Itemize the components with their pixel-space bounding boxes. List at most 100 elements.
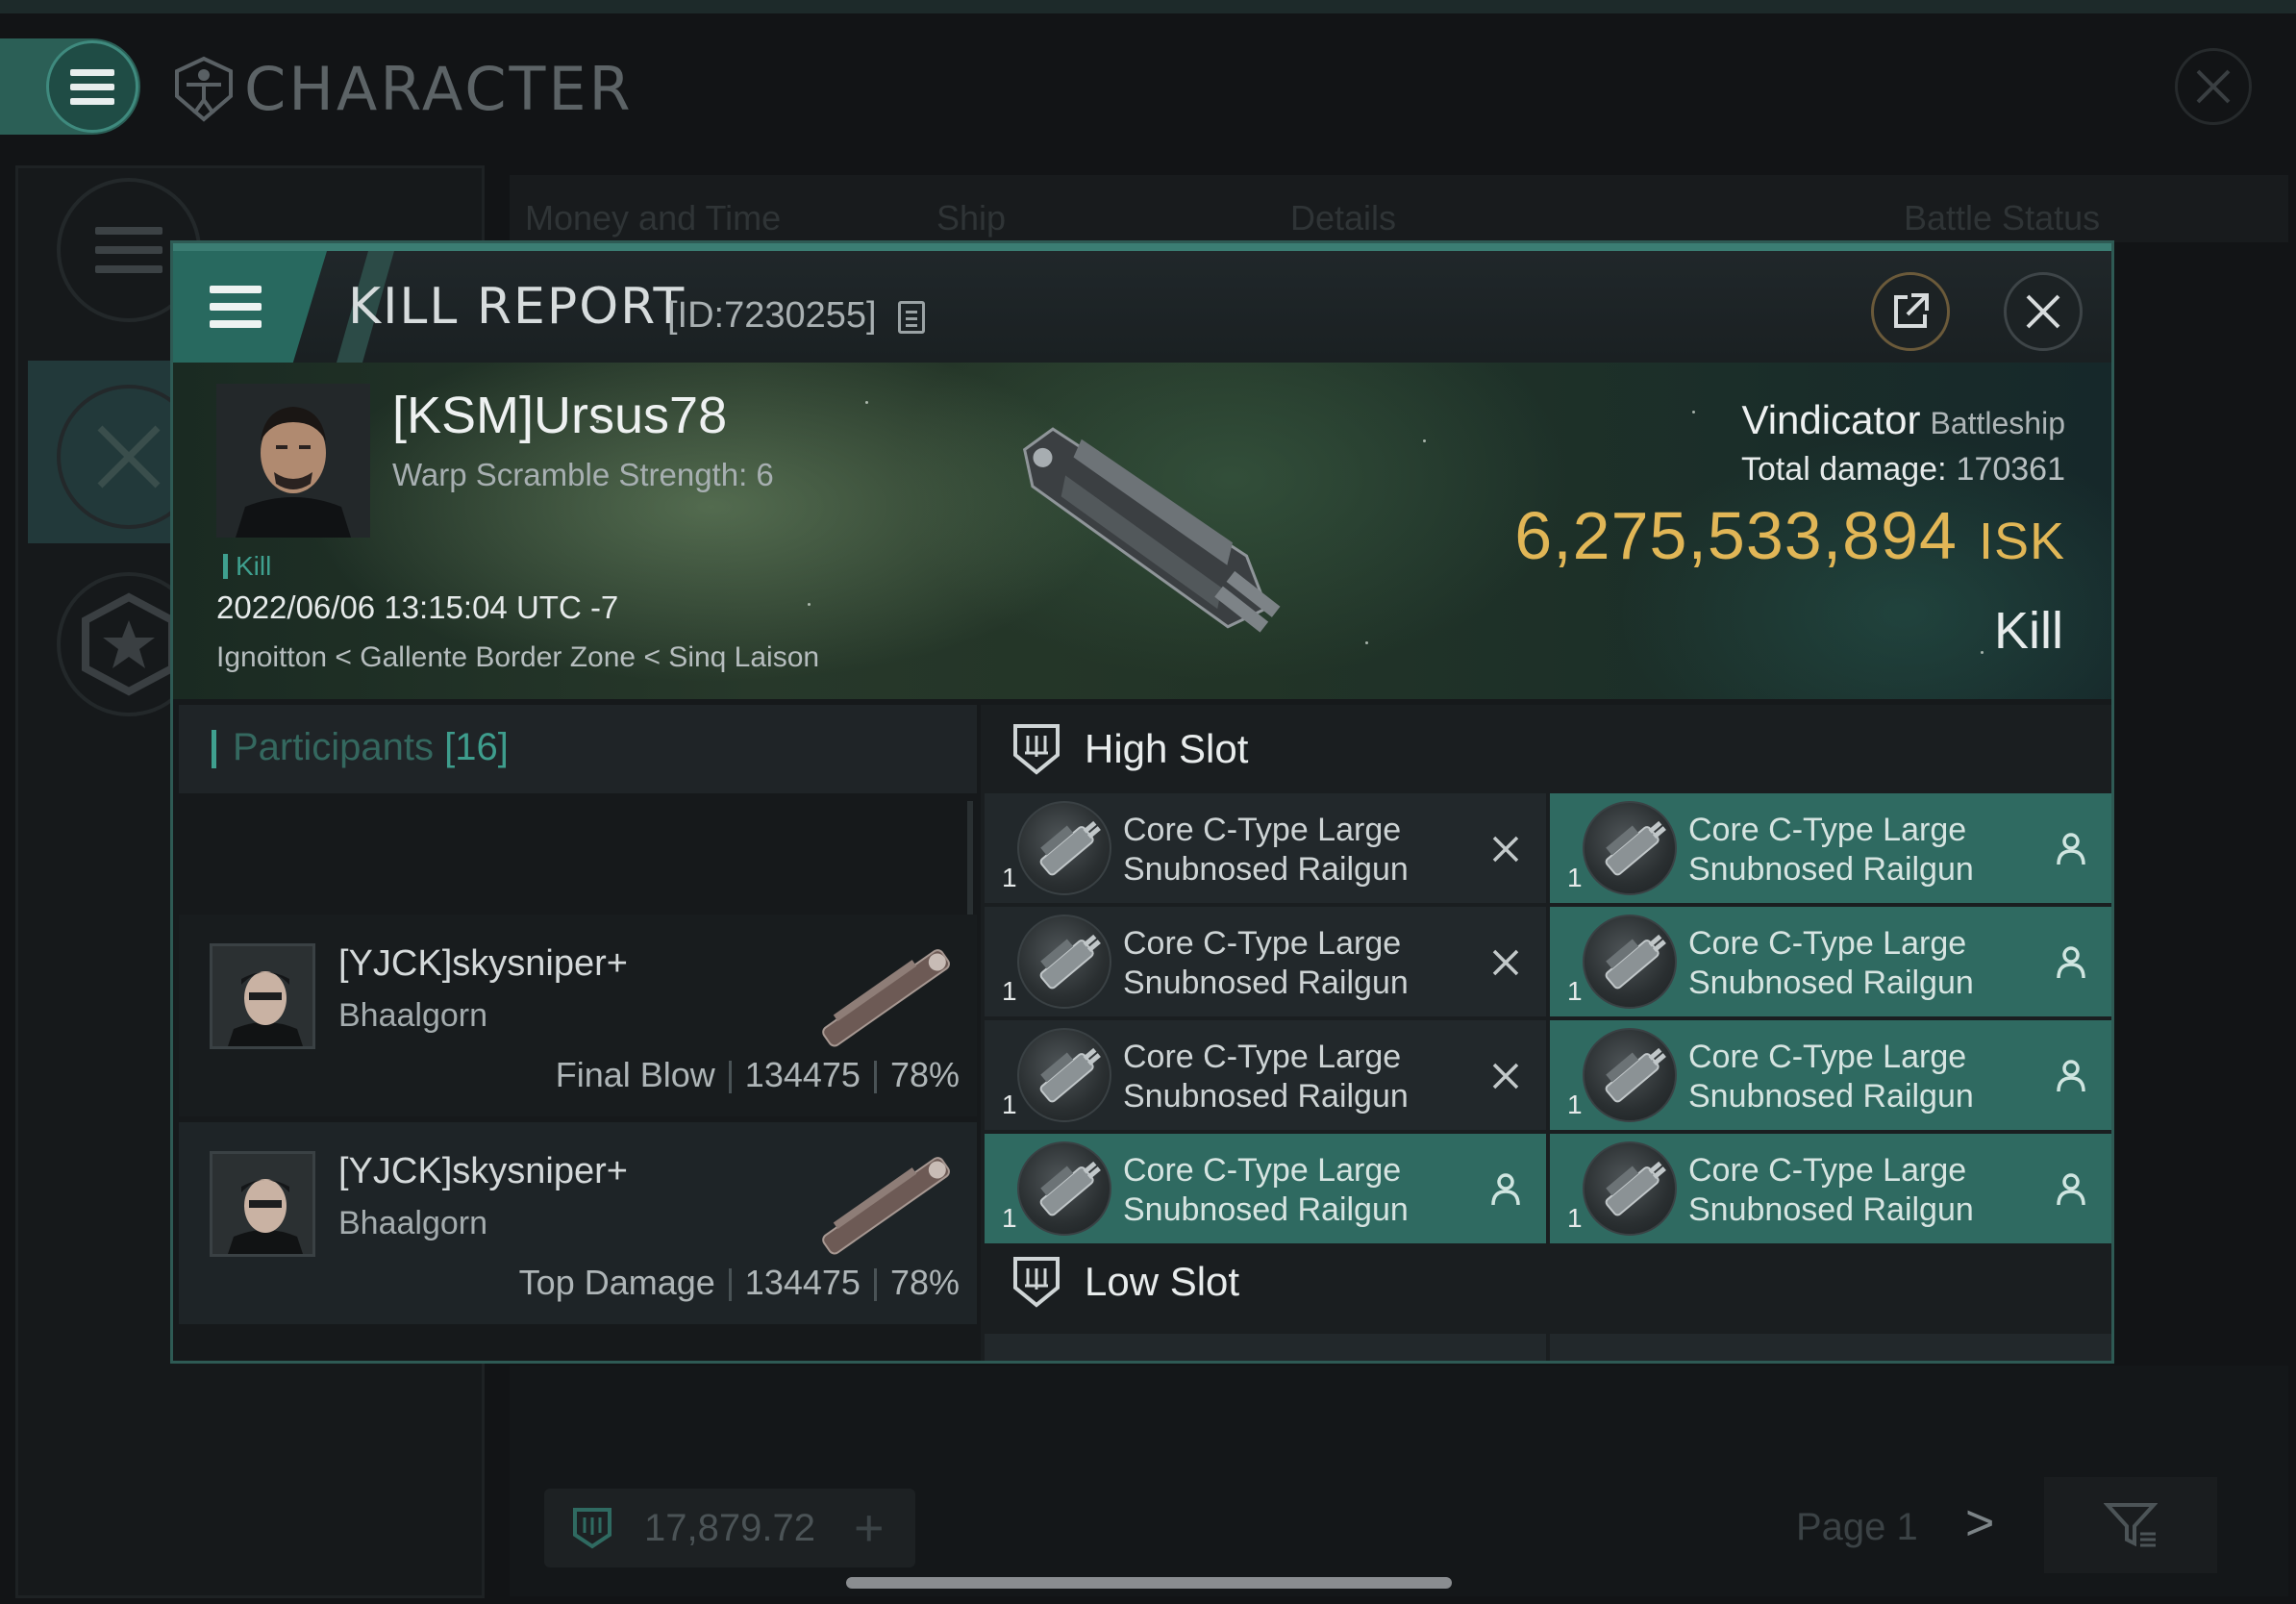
bg-tab-details[interactable]: Details	[1290, 198, 1396, 238]
participant-ship: Bhaalgorn	[338, 997, 488, 1034]
high-slot-module[interactable]: 1 Core C-Type Large Snubnosed Railgun	[985, 1134, 1546, 1243]
ship-image[interactable]	[952, 372, 1336, 689]
bg-tab-money[interactable]: Money and Time	[525, 198, 781, 238]
bg-tab-battle-status[interactable]: Battle Status	[1904, 198, 2100, 238]
victim-avatar	[216, 384, 370, 538]
module-quantity: 1	[1002, 863, 1017, 892]
star-badge-icon	[82, 592, 176, 696]
low-slot-module-partial[interactable]	[985, 1334, 1546, 1361]
victim-portrait[interactable]	[216, 384, 370, 538]
high-slot-module[interactable]: 1 Core C-Type Large Snubnosed Railgun	[1550, 793, 2111, 903]
kill-location[interactable]: Ignoitton < Gallente Border Zone < Sinq …	[216, 641, 819, 674]
bg-tab-ship[interactable]: Ship	[936, 198, 1006, 238]
railgun-icon	[1583, 1141, 1677, 1236]
module-name-line1: Core C-Type Large	[1688, 925, 1967, 962]
x-icon	[1492, 949, 1519, 976]
module-name-line2: Snubnosed Railgun	[1123, 1078, 1409, 1115]
module-name: Core C-Type Large Snubnosed Railgun	[1123, 1151, 1479, 1230]
participant-damage: 134475	[744, 1263, 861, 1302]
status-bar	[0, 0, 2296, 13]
add-funds-button[interactable]: +	[854, 1498, 885, 1558]
participant-ship-image	[822, 949, 950, 1047]
module-name: Core C-Type Large Snubnosed Railgun	[1688, 811, 2044, 890]
copy-icon[interactable]	[898, 301, 925, 334]
main-menu-button[interactable]	[46, 40, 138, 133]
pilot-portrait	[212, 1154, 312, 1254]
high-slot-module[interactable]: 1 Core C-Type Large Snubnosed Railgun	[985, 907, 1546, 1016]
page-indicator: Page 1	[1796, 1506, 1918, 1548]
module-name-line1: Core C-Type Large	[1688, 1152, 1967, 1189]
app-header: CHARACTER	[173, 54, 634, 124]
filter-icon	[2104, 1503, 2158, 1547]
railgun-icon	[1583, 915, 1677, 1009]
close-icon	[2196, 69, 2231, 104]
kill-banner: [KSM]Ursus78 Warp Scramble Strength: 6 K…	[173, 363, 2111, 699]
victim-name[interactable]: [KSM]Ursus78	[392, 386, 727, 445]
hamburger-icon	[70, 68, 114, 105]
module-name: Core C-Type Large Snubnosed Railgun	[1688, 924, 2044, 1003]
isk-unit: ISK	[1978, 513, 2065, 570]
participant-role: Final Blow	[555, 1055, 715, 1094]
app-close-button[interactable]	[2175, 48, 2252, 125]
participant-avatar[interactable]	[210, 1151, 315, 1257]
share-button[interactable]	[1871, 272, 1950, 351]
next-page-button[interactable]: >	[1965, 1494, 1994, 1552]
participants-accent-bar	[212, 730, 216, 768]
railgun-icon	[1583, 1028, 1677, 1122]
module-name-line1: Core C-Type Large	[1123, 1039, 1402, 1075]
low-slot-module-partial[interactable]	[1550, 1334, 2111, 1361]
x-icon	[1492, 836, 1519, 863]
participants-header[interactable]: Participants [16]	[179, 705, 977, 793]
isk-value-line: 6,275,533,894 ISK	[1514, 497, 2065, 574]
high-slot-module[interactable]: 1 Core C-Type Large Snubnosed Railgun	[1550, 1134, 2111, 1243]
module-name-line2: Snubnosed Railgun	[1123, 851, 1409, 888]
wallet-footer: 17,879.72 +	[544, 1489, 915, 1567]
home-indicator	[846, 1577, 1452, 1589]
module-quantity: 1	[1002, 1203, 1017, 1233]
kill-report-title: KILL REPORT	[348, 278, 686, 336]
kill-report-close-button[interactable]	[2004, 272, 2083, 351]
participants-panel: Participants [16] [YJCK]skysniper+ Bhaal…	[179, 705, 977, 1361]
filter-button[interactable]	[2044, 1477, 2217, 1573]
participant-ship: Bhaalgorn	[338, 1205, 488, 1241]
person-icon	[2057, 1173, 2085, 1206]
participant-row[interactable]: [YJCK]skysniper+ Bhaalgorn Final Blow 134…	[179, 915, 977, 1116]
person-icon	[2057, 1060, 2085, 1092]
participants-count: [16]	[444, 726, 509, 768]
module-quantity: 1	[1002, 976, 1017, 1006]
high-slot-module[interactable]: 1 Core C-Type Large Snubnosed Railgun	[1550, 1020, 2111, 1130]
kill-result: Kill	[1993, 602, 2063, 660]
total-damage-label: Total damage:	[1740, 451, 1947, 488]
high-slot-module[interactable]: 1 Core C-Type Large Snubnosed Railgun	[985, 1020, 1546, 1130]
external-link-icon	[1894, 293, 1929, 328]
kill-report-menu-button[interactable]	[173, 251, 327, 363]
slot-shield-icon	[1013, 1257, 1060, 1308]
participant-name[interactable]: [YJCK]skysniper+	[338, 943, 628, 985]
fitting-panel: High Slot 1 Core C-Type Large Snubnosed Ra…	[981, 705, 2111, 1361]
module-quantity: 1	[1002, 1090, 1017, 1119]
hamburger-icon	[210, 286, 262, 328]
person-icon	[2057, 833, 2085, 865]
module-name-line2: Snubnosed Railgun	[1688, 1078, 1974, 1115]
total-damage-value: 170361	[1956, 451, 2065, 488]
participant-row[interactable]: [YJCK]skysniper+ Bhaalgorn Top Damage 134…	[179, 1122, 977, 1324]
participant-name[interactable]: [YJCK]skysniper+	[338, 1151, 628, 1192]
participants-scrollbar[interactable]	[967, 801, 973, 915]
module-quantity: 1	[1567, 1090, 1583, 1119]
high-slot-module[interactable]: 1 Core C-Type Large Snubnosed Railgun	[1550, 907, 2111, 1016]
kill-datetime: 2022/06/06 13:15:04 UTC -7	[216, 589, 619, 625]
kill-report-panel: KILL REPORT [ID:7230255] [KSM]Ursus78 Wa…	[170, 240, 2114, 1364]
high-slot-module[interactable]: 1 Core C-Type Large Snubnosed Railgun	[985, 793, 1546, 903]
participant-stats: Final Blow 134475 78%	[556, 1055, 960, 1095]
module-name-line2: Snubnosed Railgun	[1123, 965, 1409, 1001]
low-slot-label: Low Slot	[1085, 1259, 1240, 1304]
participant-percent: 78%	[889, 1263, 960, 1302]
participant-ship-image	[822, 1157, 950, 1255]
participant-damage: 134475	[744, 1055, 861, 1094]
module-name-line1: Core C-Type Large	[1123, 1152, 1402, 1189]
participant-avatar[interactable]	[210, 943, 315, 1049]
module-name: Core C-Type Large Snubnosed Railgun	[1688, 1151, 2044, 1230]
ship-name[interactable]: Vindicator	[1741, 397, 1920, 442]
slot-shield-icon	[1013, 724, 1060, 775]
module-name: Core C-Type Large Snubnosed Railgun	[1123, 924, 1479, 1003]
